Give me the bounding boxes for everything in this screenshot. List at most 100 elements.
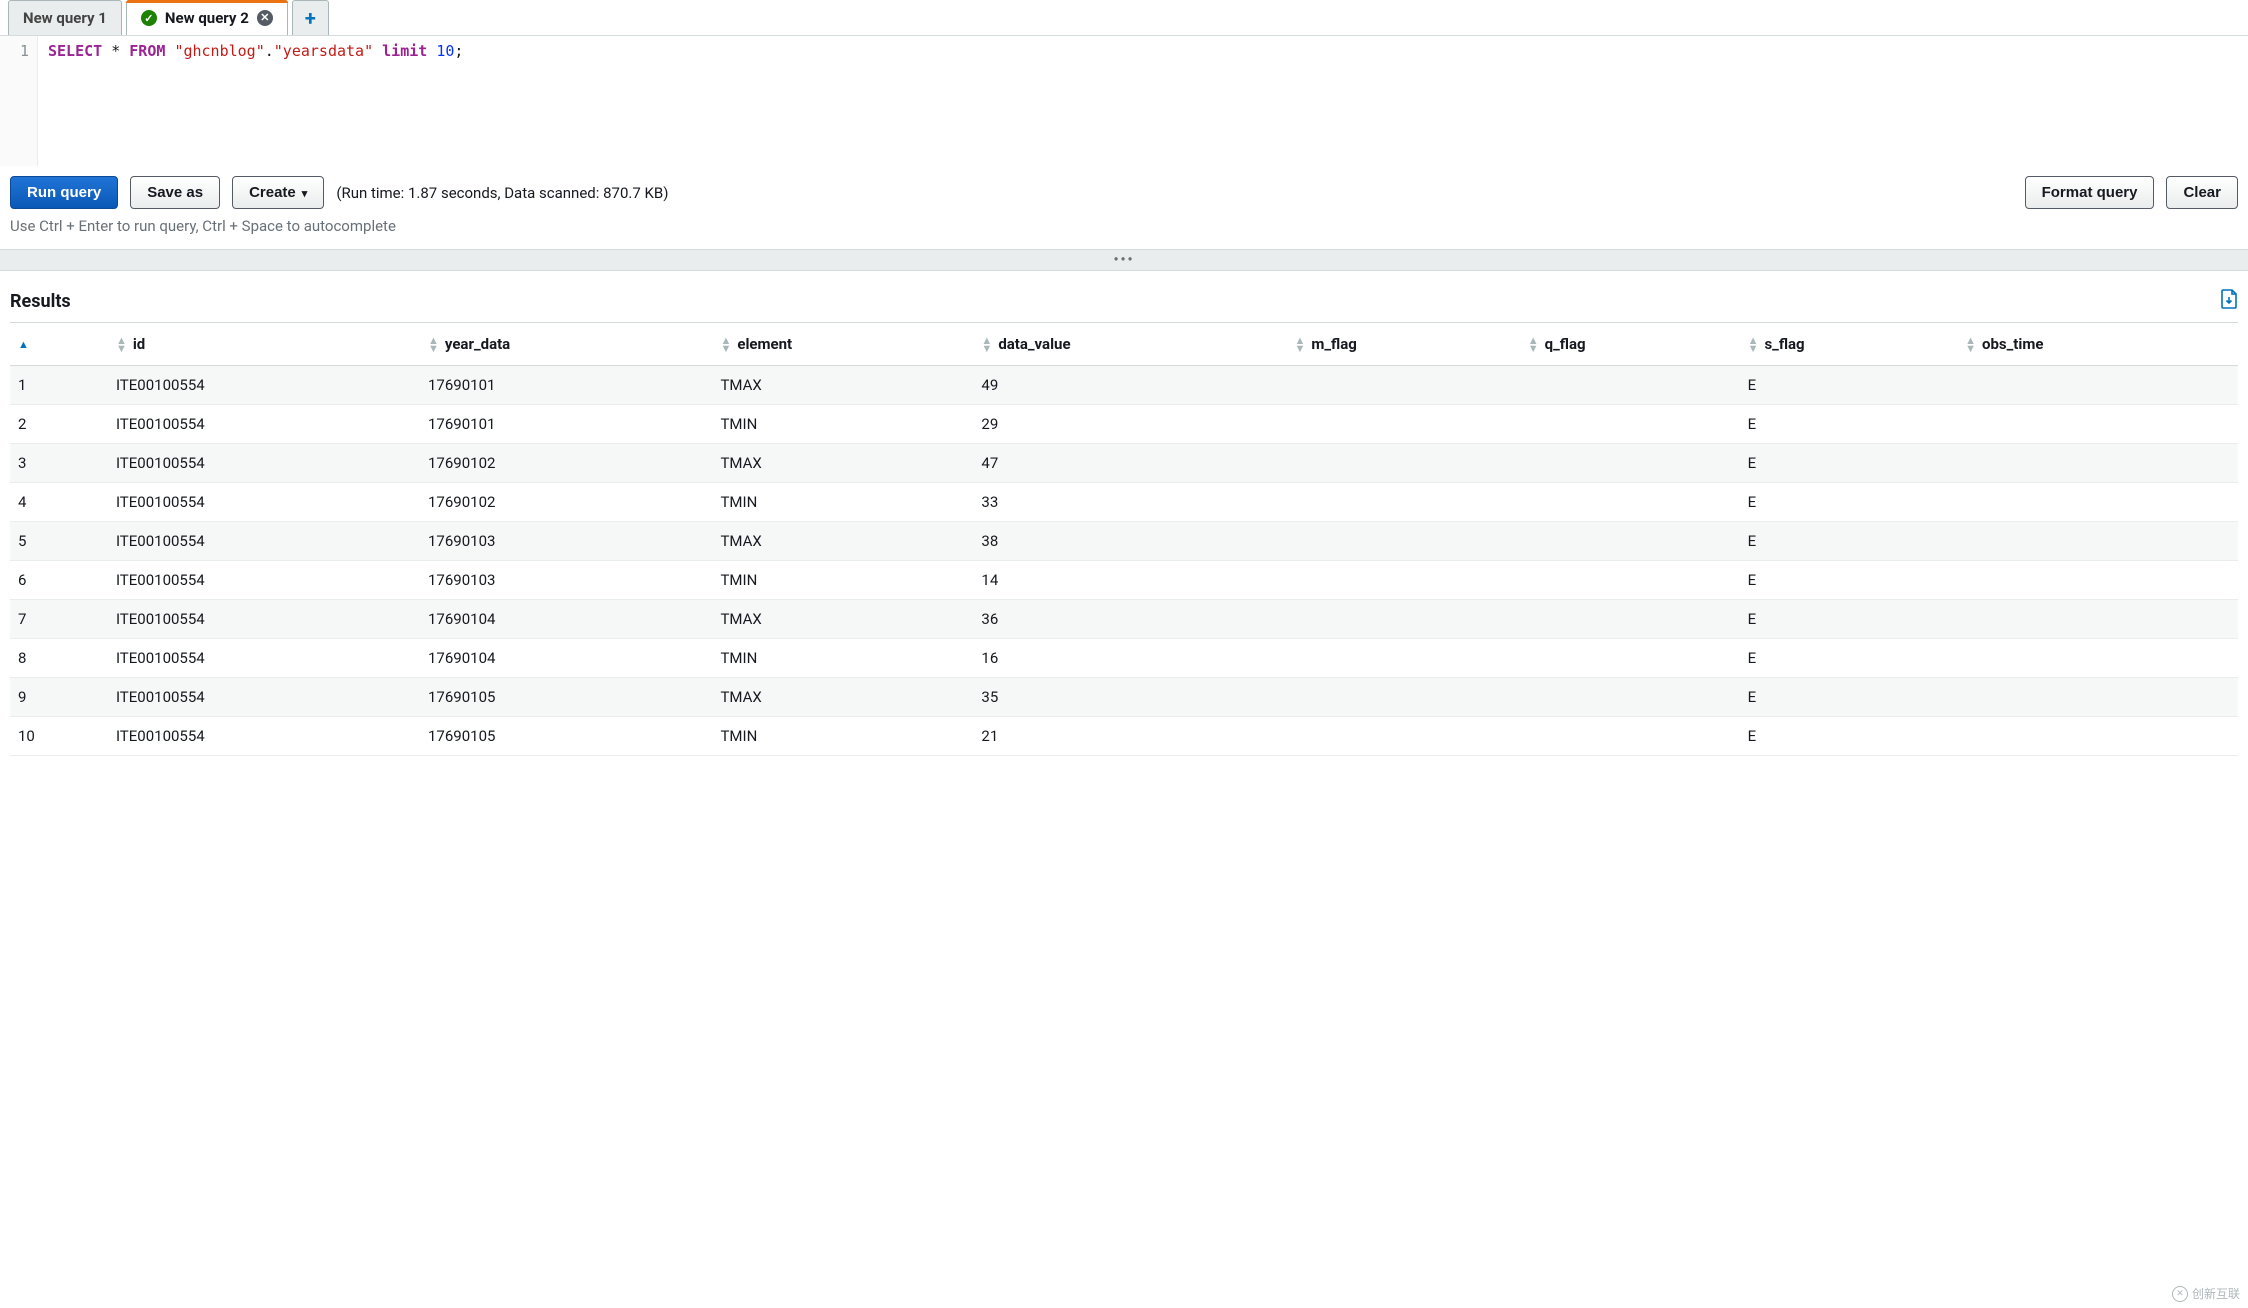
table-cell: TMAX (712, 522, 973, 561)
table-cell: 17690104 (420, 639, 712, 678)
column-label: id (133, 335, 145, 353)
editor-gutter: 1 (0, 36, 38, 166)
column-header-data_value[interactable]: ▲▼ data_value (973, 323, 1286, 366)
table-cell (1286, 600, 1519, 639)
column-label: q_flag (1545, 335, 1586, 353)
sql-token: * (111, 42, 120, 60)
table-cell: ITE00100554 (108, 522, 420, 561)
column-label: element (737, 335, 792, 353)
table-cell (1520, 444, 1740, 483)
sort-icon: ▲▼ (1965, 337, 1976, 353)
sort-icon: ▲▼ (428, 337, 439, 353)
table-row: 4ITE0010055417690102TMIN33E (10, 483, 2238, 522)
table-cell: ITE00100554 (108, 483, 420, 522)
table-cell: 17690102 (420, 483, 712, 522)
column-header-q_flag[interactable]: ▲▼q_flag (1520, 323, 1740, 366)
tab-query-2[interactable]: ✓ New query 2 ✕ (126, 0, 288, 35)
check-circle-icon: ✓ (141, 10, 157, 26)
table-cell: 35 (973, 678, 1286, 717)
table-cell (1957, 561, 2238, 600)
table-cell: E (1740, 600, 1958, 639)
results-panel: Results ▲▲▼id▲▼year_data▲▼element▲▼data_… (0, 271, 2248, 766)
table-cell: 17690105 (420, 678, 712, 717)
new-tab-button[interactable]: + (292, 0, 329, 35)
table-cell (1957, 717, 2238, 756)
sql-keyword: limit (382, 42, 427, 60)
column-header-id[interactable]: ▲▼id (108, 323, 420, 366)
close-icon[interactable]: ✕ (257, 10, 273, 26)
watermark: ✕ 创新互联 (2172, 1285, 2240, 1302)
results-thead: ▲▲▼id▲▼year_data▲▼element▲▼data_value▲▼m… (10, 323, 2238, 366)
sort-icon: ▲▼ (1748, 337, 1759, 353)
table-cell (1286, 444, 1519, 483)
table-cell (1286, 405, 1519, 444)
table-row: 3ITE0010055417690102TMAX47E (10, 444, 2238, 483)
sort-icon: ▲▼ (981, 337, 992, 353)
column-label: year_data (445, 335, 510, 353)
table-cell: TMAX (712, 444, 973, 483)
results-table: ▲▲▼id▲▼year_data▲▼element▲▼data_value▲▼m… (10, 322, 2238, 756)
sort-icon: ▲ (18, 341, 29, 349)
table-cell: TMIN (712, 561, 973, 600)
table-cell: 3 (10, 444, 108, 483)
table-cell (1520, 405, 1740, 444)
table-cell: TMIN (712, 717, 973, 756)
table-cell: 2 (10, 405, 108, 444)
create-dropdown[interactable]: Create▾ (232, 176, 324, 209)
table-cell: TMAX (712, 678, 973, 717)
table-cell: TMAX (712, 366, 973, 405)
table-cell: 6 (10, 561, 108, 600)
clear-button[interactable]: Clear (2166, 176, 2238, 209)
column-header-s_flag[interactable]: ▲▼ s_flag (1740, 323, 1958, 366)
line-number: 1 (0, 42, 29, 60)
table-cell (1957, 522, 2238, 561)
column-label: data_value (998, 335, 1070, 353)
table-row: 5ITE0010055417690103TMAX38E (10, 522, 2238, 561)
table-cell: 49 (973, 366, 1286, 405)
table-cell: E (1740, 483, 1958, 522)
table-cell: E (1740, 717, 1958, 756)
pane-resize-handle[interactable]: ••• (0, 249, 2248, 271)
tab-query-1[interactable]: New query 1 (8, 0, 122, 35)
table-cell: 29 (973, 405, 1286, 444)
column-header-element[interactable]: ▲▼element (712, 323, 973, 366)
results-title: Results (10, 291, 71, 312)
table-cell (1520, 600, 1740, 639)
table-cell: ITE00100554 (108, 717, 420, 756)
table-cell: 36 (973, 600, 1286, 639)
run-stats: (Run time: 1.87 seconds, Data scanned: 8… (336, 184, 668, 202)
download-icon[interactable] (2220, 289, 2238, 314)
tab-label: New query 2 (165, 9, 249, 27)
table-cell: 8 (10, 639, 108, 678)
sql-keyword: FROM (129, 42, 165, 60)
tab-label: New query 1 (23, 9, 107, 27)
table-cell (1957, 405, 2238, 444)
table-cell: ITE00100554 (108, 639, 420, 678)
format-query-button[interactable]: Format query (2025, 176, 2155, 209)
table-cell: TMIN (712, 483, 973, 522)
column-label: s_flag (1764, 335, 1804, 353)
table-cell: 16 (973, 639, 1286, 678)
table-row: 7ITE0010055417690104TMAX36E (10, 600, 2238, 639)
column-header-rownum[interactable]: ▲ (10, 323, 108, 366)
table-cell (1520, 717, 1740, 756)
watermark-text: 创新互联 (2192, 1285, 2240, 1302)
table-row: 2ITE0010055417690101TMIN29E (10, 405, 2238, 444)
table-cell: ITE00100554 (108, 444, 420, 483)
column-header-year_data[interactable]: ▲▼ year_data (420, 323, 712, 366)
table-cell: 5 (10, 522, 108, 561)
save-as-button[interactable]: Save as (130, 176, 220, 209)
table-cell: E (1740, 366, 1958, 405)
table-cell: E (1740, 444, 1958, 483)
table-cell: 4 (10, 483, 108, 522)
column-header-m_flag[interactable]: ▲▼m_flag (1286, 323, 1519, 366)
sql-editor[interactable]: 1 SELECT * FROM "ghcnblog"."yearsdata" l… (0, 36, 2248, 166)
sql-keyword: SELECT (48, 42, 102, 60)
editor-code[interactable]: SELECT * FROM "ghcnblog"."yearsdata" lim… (38, 36, 2248, 166)
shortcut-hint: Use Ctrl + Enter to run query, Ctrl + Sp… (0, 213, 2248, 249)
table-cell (1286, 717, 1519, 756)
table-row: 8ITE0010055417690104TMIN16E (10, 639, 2238, 678)
column-header-obs_time[interactable]: ▲▼obs_time (1957, 323, 2238, 366)
run-query-button[interactable]: Run query (10, 176, 118, 209)
table-cell: E (1740, 639, 1958, 678)
